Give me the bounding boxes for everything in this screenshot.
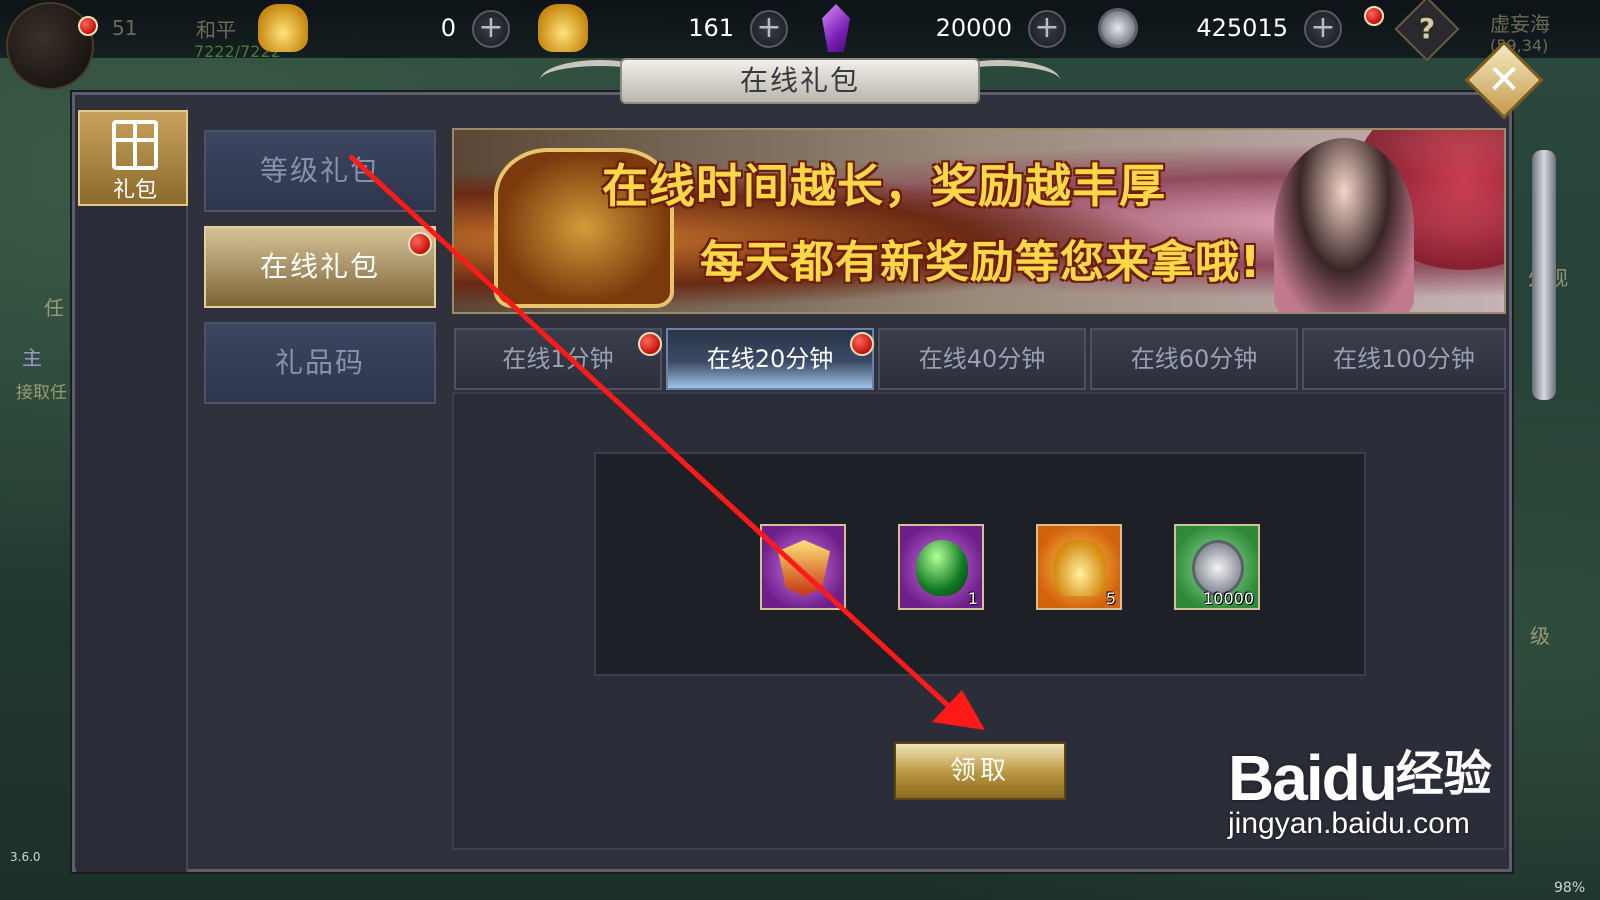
add-silver-coin-button[interactable]: +: [1304, 10, 1342, 48]
add-purple-crystal-button[interactable]: +: [1028, 10, 1066, 48]
gift-category-label: 礼包: [112, 178, 157, 203]
gift-category-tab[interactable]: 礼包: [78, 110, 188, 206]
help-button[interactable]: ?: [1394, 0, 1460, 62]
silver-coin-value: 425015: [1196, 14, 1288, 42]
reward-qty: 5: [1105, 589, 1116, 608]
emerald-gem-icon: [916, 540, 968, 596]
watermark-cn: 经验: [1395, 746, 1492, 802]
right-level-label[interactable]: 级: [1530, 620, 1550, 649]
gold-ingot-icon: [1054, 540, 1106, 596]
reward-item-gift-shield[interactable]: [760, 524, 846, 610]
left-quest-tab[interactable]: 任: [44, 292, 64, 321]
purple-crystal-icon: [822, 4, 850, 52]
menu-level-gift[interactable]: 等级礼包: [204, 130, 436, 212]
version-label: 3.6.0: [10, 850, 41, 864]
gold-ingot-pile-value: 161: [688, 14, 734, 42]
category-strip: [76, 108, 188, 872]
banner-line-2: 每天都有新奖励等您来拿哦!: [700, 237, 1262, 288]
watermark-brand: Bai: [1228, 742, 1324, 814]
location-name: 虚妄海: [1490, 12, 1550, 36]
menu-gift-code[interactable]: 礼品码: [204, 322, 436, 404]
player-level: 51: [112, 16, 138, 40]
tab-online-1min-badge: [638, 332, 662, 356]
menu-online-gift-badge: [408, 232, 432, 256]
baidu-logo: Baidu经验: [1228, 734, 1528, 815]
tab-online-100min[interactable]: 在线100分钟: [1302, 328, 1506, 390]
reward-qty: 1: [967, 589, 978, 608]
battery-label: 98%: [1554, 880, 1586, 896]
silver-coin-icon: [1098, 8, 1138, 48]
baidu-watermark: Baidu经验 jingyan.baidu.com: [1228, 734, 1528, 841]
tab-online-20min[interactable]: 在线20分钟: [666, 328, 874, 390]
reward-item-gold-ingot[interactable]: 5: [1036, 524, 1122, 610]
tab-online-1min[interactable]: 在线1分钟: [454, 328, 662, 390]
banner-line-1: 在线时间越长，奖励越丰厚: [602, 159, 1166, 213]
purple-crystal-value: 20000: [935, 14, 1012, 42]
tab-online-40min[interactable]: 在线40分钟: [878, 328, 1086, 390]
top-notification-dot: [1364, 6, 1384, 26]
tab-online-60min[interactable]: 在线60分钟: [1090, 328, 1298, 390]
add-gold-ingot-pile-button[interactable]: +: [750, 10, 788, 48]
help-icon: ?: [1418, 12, 1436, 46]
reward-item-silver-coin[interactable]: 10000: [1174, 524, 1260, 610]
gift-shield-icon: [778, 540, 830, 596]
add-gold-ingot-button[interactable]: +: [472, 10, 510, 48]
reward-item-emerald[interactable]: 1: [898, 524, 984, 610]
reward-qty: 10000: [1203, 589, 1254, 608]
watermark-brand-2: du: [1321, 742, 1398, 814]
tab-online-20min-badge: [850, 332, 874, 356]
gold-ingot-value: 0: [440, 14, 456, 42]
right-scroll-rail[interactable]: [1532, 150, 1556, 400]
claim-button[interactable]: 领取: [894, 742, 1066, 800]
promo-banner: 在线时间越长，奖励越丰厚 每天都有新奖励等您来拿哦!: [452, 128, 1506, 314]
player-avatar[interactable]: [6, 2, 94, 90]
left-quest-main[interactable]: 主: [22, 342, 42, 371]
gold-ingot-pile-icon: [538, 4, 588, 52]
avatar-notification-dot: [78, 16, 98, 36]
gift-box-icon: [112, 120, 158, 170]
character-image: [1274, 138, 1414, 312]
left-quest-accept[interactable]: 接取任: [16, 378, 67, 403]
gold-ingot-icon: [258, 4, 308, 52]
silver-coin-icon: [1192, 540, 1244, 596]
panel-title: 在线礼包: [620, 58, 980, 104]
close-icon: ✕: [1487, 57, 1521, 103]
menu-online-gift[interactable]: 在线礼包: [204, 226, 436, 308]
top-resource-bar: 51 和平 7222/7222 0 + 161 + 20000 + 425015…: [0, 0, 1600, 90]
player-name: 和平: [196, 18, 236, 42]
online-duration-tabs: 在线1分钟 在线20分钟 在线40分钟 在线60分钟 在线100分钟: [454, 328, 1506, 390]
